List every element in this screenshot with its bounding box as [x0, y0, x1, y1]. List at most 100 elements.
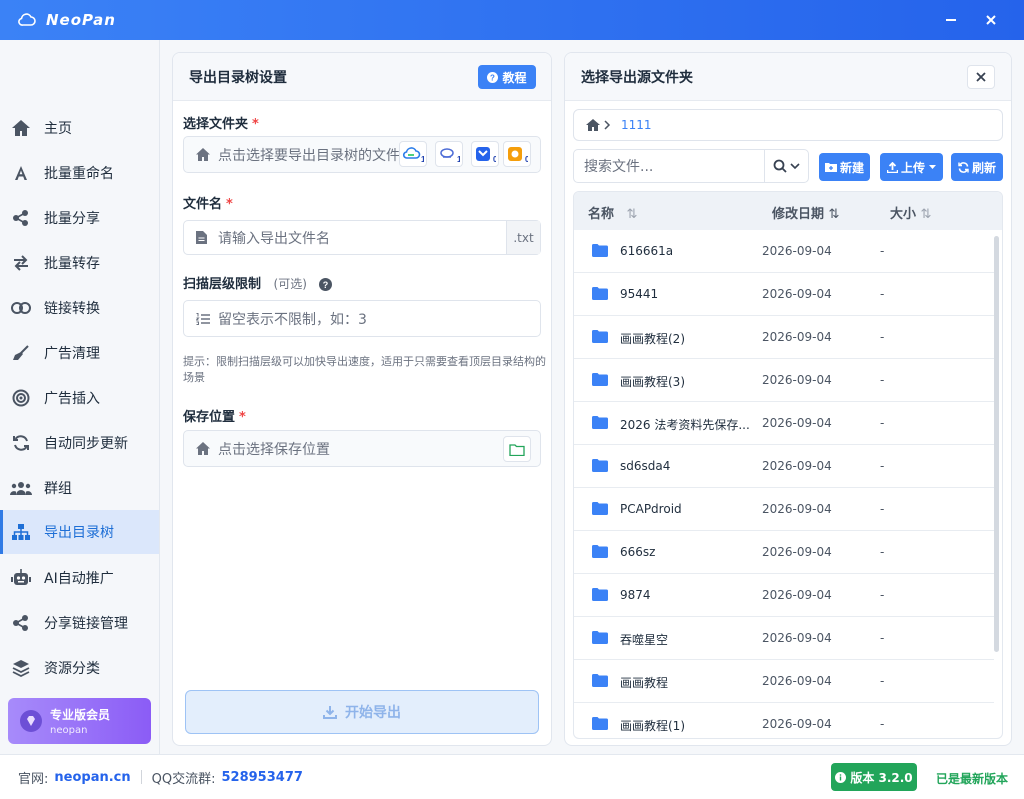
folder-icon [592, 502, 608, 515]
sidebar-item-batch-rename[interactable]: 批量重命名 [0, 151, 159, 195]
file-name: 2026 法考资料先保存... [620, 418, 750, 432]
sidebar-item-ad-clean[interactable]: 广告清理 [0, 331, 159, 375]
table-row[interactable]: 画画教程(3) 2026-09-04 - [574, 359, 994, 402]
qq-group-link[interactable]: 528953477 [222, 770, 303, 785]
sidebar-item-label: 广告清理 [44, 346, 100, 362]
chevron-right-icon [604, 120, 611, 130]
sidebar-item-export-tree[interactable]: 导出目录树 [0, 510, 159, 554]
file-date: 2026-09-04 [762, 545, 832, 559]
help-icon[interactable]: ? [319, 278, 333, 291]
robot-icon [10, 567, 32, 589]
sidebar-item-resource-category[interactable]: 资源分类 [0, 646, 159, 690]
table-row[interactable]: 吞噬星空 2026-09-04 - [574, 617, 994, 660]
sidebar-item-batch-share[interactable]: 批量分享 [0, 196, 159, 240]
folder-icon [592, 545, 608, 558]
home-icon[interactable] [586, 119, 600, 131]
folder-plus-icon [824, 162, 837, 172]
table-row[interactable]: 画画教程 2026-09-04 - [574, 660, 994, 703]
table-row[interactable]: 画画教程(2) 2026-09-04 - [574, 316, 994, 359]
breadcrumb-item[interactable]: 1111 [621, 118, 652, 132]
search-icon [773, 159, 800, 173]
upload-button[interactable]: 上传 [880, 153, 943, 181]
table-row[interactable]: 画画教程(1) 2026-09-04 - [574, 703, 994, 738]
file-name: 95441 [620, 287, 659, 301]
caret-down-icon [929, 164, 936, 170]
app-title: NeoPan [46, 11, 116, 29]
tutorial-label: 教程 [502, 70, 527, 85]
file-size: - [880, 373, 885, 387]
folder-label-text: 选择文件夹 [183, 117, 249, 132]
file-size: - [880, 416, 885, 430]
sidebar-item-label: 主页 [44, 121, 72, 137]
badge-count: 1 [421, 155, 424, 163]
column-size-label: 大小 [890, 207, 917, 222]
folder-icon [592, 631, 608, 644]
scrollbar[interactable] [994, 236, 999, 652]
panel-header: 选择导出源文件夹 [565, 53, 1011, 101]
sidebar-item-ad-insert[interactable]: 广告插入 [0, 376, 159, 420]
file-date: 2026-09-04 [762, 674, 832, 688]
panel-title: 选择导出源文件夹 [581, 69, 693, 86]
sidebar-item-groups[interactable]: 群组 [0, 466, 159, 510]
new-folder-button[interactable]: 新建 [819, 153, 870, 181]
table-row[interactable]: 95441 2026-09-04 - [574, 273, 994, 316]
sidebar-item-batch-transfer[interactable]: 批量转存 [0, 241, 159, 285]
tutorial-button[interactable]: ? 教程 [478, 65, 536, 89]
column-name-header[interactable]: 名称 ⇅ [588, 203, 637, 222]
file-name: 616661a [620, 244, 674, 258]
search-button[interactable] [764, 150, 809, 182]
sidebar-item-label: 资源分类 [44, 661, 100, 677]
uc-drive-icon[interactable]: 0 [503, 141, 531, 167]
baidu-cloud-icon[interactable]: 1 [399, 141, 427, 167]
ali-drive-icon[interactable]: 1 [435, 141, 463, 167]
table-row[interactable]: PCAPdroid 2026-09-04 - [574, 488, 994, 531]
pro-member-card[interactable]: 专业版会员 neopan [8, 698, 151, 744]
table-row[interactable]: 2026 法考资料先保存... 2026-09-04 - [574, 402, 994, 445]
folder-icon [592, 244, 608, 257]
search-input[interactable]: 搜索文件... [573, 149, 809, 183]
table-row[interactable]: 666sz 2026-09-04 - [574, 531, 994, 574]
file-date: 2026-09-04 [762, 588, 832, 602]
version-badge[interactable]: 版本 3.2.0 [831, 763, 917, 791]
refresh-button[interactable]: 刷新 [951, 153, 1003, 181]
sidebar-item-home[interactable]: 主页 [0, 106, 159, 150]
start-export-button[interactable]: 开始导出 [185, 690, 539, 734]
upload-label: 上传 [900, 160, 925, 175]
table-row[interactable]: 9874 2026-09-04 - [574, 574, 994, 617]
close-panel-button[interactable] [967, 65, 995, 89]
file-size: - [880, 244, 885, 258]
sidebar-item-label: AI自动推广 [44, 571, 114, 587]
quark-drive-icon[interactable]: 0 [471, 141, 499, 167]
save-location-field[interactable]: 点击选择保存位置 [183, 430, 541, 467]
version-label: 版本 3.2.0 [850, 770, 913, 785]
filename-input[interactable]: 请输入导出文件名 .txt [183, 220, 541, 255]
filename-label-text: 文件名 [183, 197, 223, 212]
column-date-header[interactable]: 修改日期 ⇅ [772, 203, 839, 222]
file-size: - [880, 330, 885, 344]
file-name: 666sz [620, 545, 656, 559]
table-row[interactable]: 616661a 2026-09-04 - [574, 230, 994, 273]
file-icon [196, 231, 210, 245]
export-settings-panel: 导出目录树设置 ? 教程 选择文件夹* 点击选择要导出目录树的文件 1 1 0 … [172, 52, 552, 746]
table-row[interactable]: sd6sda4 2026-09-04 - [574, 445, 994, 488]
new-label: 新建 [839, 160, 864, 175]
sidebar-item-label: 批量重命名 [44, 166, 114, 182]
home-icon [10, 117, 32, 139]
badge-count: 0 [525, 155, 528, 163]
sync-icon [10, 432, 32, 454]
file-size: - [880, 674, 885, 688]
sidebar-item-ai-promo[interactable]: AI自动推广 [0, 556, 159, 600]
column-size-header[interactable]: 大小 ⇅ [890, 203, 931, 222]
sidebar-item-share-link-manage[interactable]: 分享链接管理 [0, 601, 159, 645]
divider [140, 770, 142, 784]
folder-open-icon[interactable] [503, 436, 531, 462]
sidebar-item-label: 链接转换 [44, 301, 100, 317]
breadcrumb: 1111 [573, 109, 1003, 141]
close-window-button[interactable] [968, 0, 1014, 40]
sidebar-item-auto-sync[interactable]: 自动同步更新 [0, 421, 159, 465]
depth-input[interactable]: 留空表示不限制，如：3 [183, 300, 541, 337]
download-icon [323, 705, 337, 719]
sidebar-item-link-convert[interactable]: 链接转换 [0, 286, 159, 330]
gem-icon [20, 710, 42, 732]
site-link[interactable]: neopan.cn [54, 770, 130, 785]
